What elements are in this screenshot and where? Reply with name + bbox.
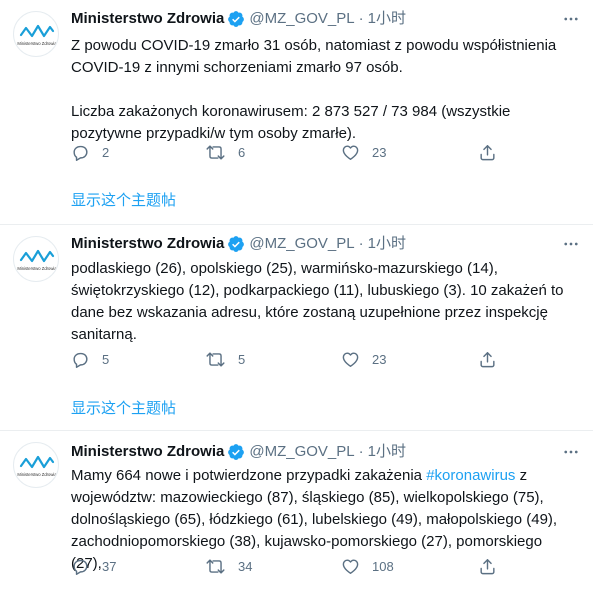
separator: · (358, 443, 364, 460)
verified-badge-icon (227, 10, 245, 28)
more-icon[interactable] (561, 442, 581, 462)
retweet-count: 6 (238, 144, 246, 160)
share-button[interactable] (478, 348, 497, 370)
reply-icon (73, 145, 88, 161)
share-button[interactable] (478, 555, 497, 577)
author-handle[interactable]: @MZ_GOV_PL (249, 9, 354, 29)
ministry-logo-text: Ministerstwo Zdrowia (17, 266, 57, 271)
like-button[interactable]: 108 (341, 555, 394, 577)
reply-count: 5 (102, 351, 110, 367)
author-name[interactable]: Ministerstwo Zdrowia (71, 9, 224, 29)
tweet-header: Ministerstwo Zdrowia @MZ_GOV_PL · 1小时 (71, 234, 406, 254)
verified-badge-icon (227, 443, 245, 461)
reply-icon (73, 559, 88, 575)
reply-button[interactable]: 37 (71, 555, 116, 577)
share-icon (480, 144, 495, 160)
tweet-actions: 2 6 23 (71, 141, 501, 163)
tweet-text: podlaskiego (26), opolskiego (25), warmi… (71, 258, 577, 346)
like-count: 108 (372, 558, 394, 574)
tweet-header: Ministerstwo Zdrowia @MZ_GOV_PL · 1小时 (71, 9, 406, 29)
like-button[interactable]: 23 (341, 141, 386, 163)
author-handle[interactable]: @MZ_GOV_PL (249, 442, 354, 462)
reply-count: 2 (102, 144, 110, 160)
tweet-time[interactable]: 1小时 (368, 234, 406, 254)
reply-button[interactable]: 5 (71, 348, 109, 370)
share-icon (480, 351, 495, 367)
more-icon[interactable] (561, 234, 581, 254)
reply-icon (73, 352, 88, 368)
share-button[interactable] (478, 141, 497, 163)
like-count: 23 (372, 144, 387, 160)
tweet-header: Ministerstwo Zdrowia @MZ_GOV_PL · 1小时 (71, 442, 406, 462)
tweet-actions: 5 5 23 (71, 348, 501, 370)
retweet-icon (206, 558, 225, 574)
reply-button[interactable]: 2 (71, 141, 109, 163)
show-thread-link[interactable]: 显示这个主题帖 (71, 397, 176, 418)
heart-icon (342, 144, 359, 160)
retweet-button[interactable]: 5 (205, 348, 245, 370)
tweet[interactable]: Ministerstwo Zdrowia Ministerstwo Zdrowi… (0, 225, 593, 430)
tweet[interactable]: Ministerstwo Zdrowia Ministerstwo Zdrowi… (0, 431, 593, 603)
hashtag-link[interactable]: #koronawirus (426, 467, 515, 484)
ministry-logo-text: Ministerstwo Zdrowia (17, 472, 57, 477)
separator: · (358, 10, 364, 27)
more-icon[interactable] (561, 9, 581, 29)
retweet-count: 34 (238, 558, 253, 574)
avatar[interactable]: Ministerstwo Zdrowia (13, 442, 59, 488)
tweet-time[interactable]: 1小时 (368, 442, 406, 462)
avatar[interactable]: Ministerstwo Zdrowia (13, 11, 59, 57)
retweet-icon (206, 351, 225, 367)
retweet-icon (206, 144, 225, 160)
author-handle[interactable]: @MZ_GOV_PL (249, 234, 354, 254)
retweet-button[interactable]: 6 (205, 141, 245, 163)
verified-badge-icon (227, 235, 245, 253)
tweet-paragraph: podlaskiego (26), opolskiego (25), warmi… (71, 260, 564, 343)
ministry-logo-icon: Ministerstwo Zdrowia (17, 455, 57, 477)
tweet-time[interactable]: 1小时 (368, 9, 406, 29)
ministry-logo-icon: Ministerstwo Zdrowia (17, 249, 57, 271)
tweet-paragraph: Z powodu COVID-19 zmarło 31 osób, natomi… (71, 37, 557, 76)
heart-icon (342, 558, 359, 574)
tweet-text-segment: Mamy 664 nowe i potwierdzone przypadki z… (71, 467, 427, 484)
reply-count: 37 (102, 558, 117, 574)
retweet-count: 5 (238, 351, 246, 367)
share-icon (480, 558, 495, 574)
author-name[interactable]: Ministerstwo Zdrowia (71, 234, 224, 254)
like-button[interactable]: 23 (341, 348, 386, 370)
separator: · (358, 235, 364, 252)
tweet[interactable]: Ministerstwo Zdrowia Ministerstwo Zdrowi… (0, 0, 593, 224)
ministry-logo-text: Ministerstwo Zdrowia (17, 41, 57, 46)
avatar[interactable]: Ministerstwo Zdrowia (13, 236, 59, 282)
tweet-actions: 37 34 108 (71, 555, 501, 577)
heart-icon (342, 351, 359, 367)
show-thread-link[interactable]: 显示这个主题帖 (71, 189, 176, 210)
retweet-button[interactable]: 34 (205, 555, 252, 577)
like-count: 23 (372, 351, 387, 367)
tweet-text: Z powodu COVID-19 zmarło 31 osób, natomi… (71, 35, 577, 145)
ministry-logo-icon: Ministerstwo Zdrowia (17, 24, 57, 46)
tweet-paragraph: Liczba zakażonych koronawirusem: 2 873 5… (71, 103, 511, 142)
author-name[interactable]: Ministerstwo Zdrowia (71, 442, 224, 462)
